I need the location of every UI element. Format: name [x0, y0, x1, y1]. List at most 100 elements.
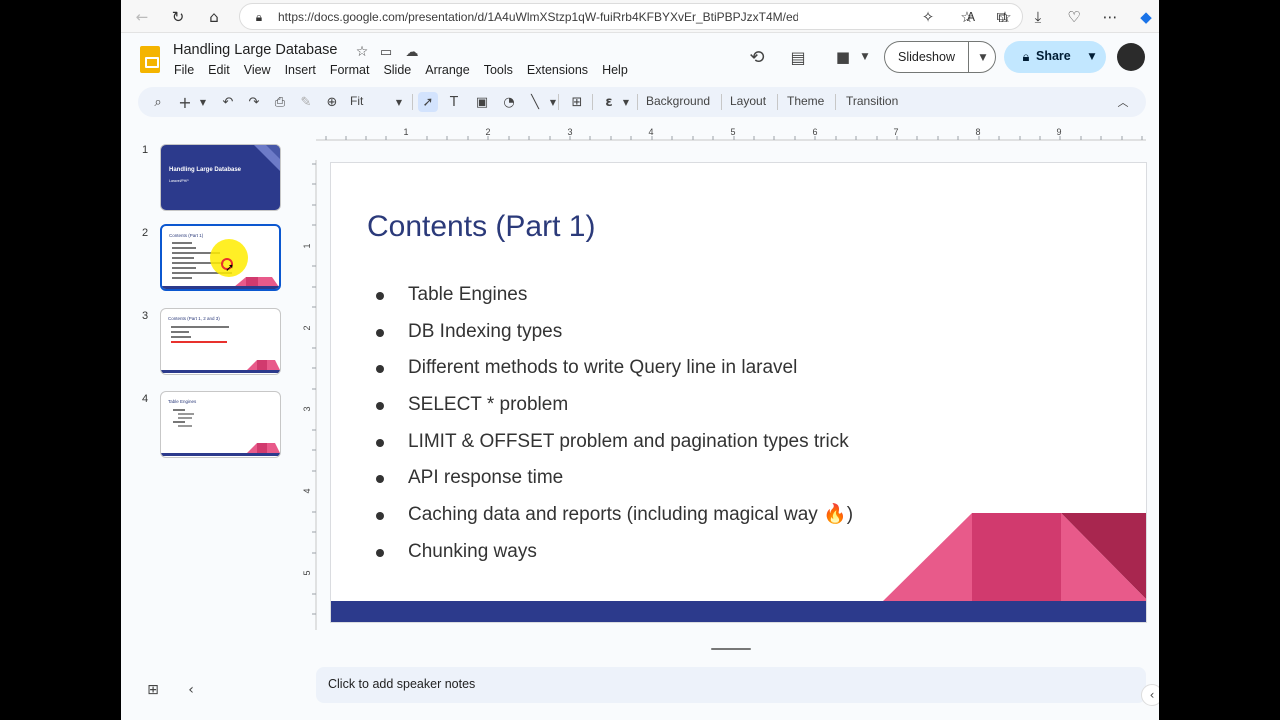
menu-tools[interactable]: Tools	[484, 63, 513, 77]
download-icon[interactable]: ⤓	[1027, 6, 1049, 28]
filmstrip: 1 Handling Large Database Laravel/PHP 2 …	[121, 125, 311, 698]
thumb-number: 2	[142, 227, 149, 239]
menu-view[interactable]: View	[244, 63, 271, 77]
browser-toolbar: ← ↻ ⌂ 🔒︎ https://docs.google.com/present…	[121, 0, 1159, 33]
undo-icon[interactable]: ↶	[218, 92, 238, 112]
meet-dropdown-icon[interactable]: ▼	[853, 45, 877, 69]
toolbar-divider	[777, 94, 778, 110]
line-icon[interactable]: ╲	[525, 92, 545, 112]
redo-icon[interactable]: ↷	[244, 92, 264, 112]
slideshow-dropdown-icon[interactable]: ▼	[971, 46, 995, 70]
ruler-label: 2	[485, 127, 490, 137]
ruler-label: 1	[302, 243, 312, 248]
menu-edit[interactable]: Edit	[208, 63, 230, 77]
ruler-label: 1	[403, 127, 408, 137]
insert-comment-icon[interactable]: ⊞	[567, 92, 587, 112]
avatar[interactable]	[1117, 43, 1145, 71]
text-box-icon[interactable]: T	[444, 92, 464, 112]
slideshow-divider	[968, 42, 969, 72]
zoom-select[interactable]: Fit	[350, 94, 363, 108]
thumb-title: Contents (Part 1, 2 and 3)	[168, 316, 220, 321]
layout-button[interactable]: Layout	[730, 94, 766, 108]
menu-bar: File Edit View Insert Format Slide Arran…	[174, 63, 642, 77]
copilot-icon[interactable]: ◆	[1135, 6, 1157, 28]
zoom-icon[interactable]: ⊕	[322, 92, 342, 112]
image-icon[interactable]: ▣	[472, 92, 492, 112]
thumb-corner-graphic	[254, 145, 280, 171]
transition-button[interactable]: Transition	[846, 94, 898, 108]
menu-file[interactable]: File	[174, 63, 194, 77]
meet-camera-icon[interactable]: ■	[831, 45, 855, 69]
back-icon[interactable]: ←	[131, 6, 153, 28]
screen: ← ↻ ⌂ 🔒︎ https://docs.google.com/present…	[121, 0, 1159, 720]
notes-resize-handle[interactable]	[711, 648, 751, 650]
thumb-footer-graphic	[161, 443, 280, 456]
slideshow-button[interactable]: Slideshow ▼	[884, 41, 996, 73]
thumb-footer-graphic	[161, 360, 280, 373]
address-bar[interactable]: 🔒︎ https://docs.google.com/presentation/…	[239, 3, 1023, 30]
search-menus-icon[interactable]: ⌕	[148, 92, 168, 112]
share-label: Share	[1036, 49, 1071, 63]
menu-help[interactable]: Help	[602, 63, 628, 77]
move-folder-icon[interactable]: ▭	[374, 40, 398, 64]
favorites-icon[interactable]: ☆	[956, 6, 978, 28]
slide-thumbnail-1[interactable]: Handling Large Database Laravel/PHP	[160, 144, 281, 211]
slide-thumbnail-3[interactable]: Contents (Part 1, 2 and 3)	[160, 308, 281, 375]
comments-icon[interactable]: ▤	[786, 45, 810, 69]
menu-insert[interactable]: Insert	[285, 63, 316, 77]
collapse-filmstrip-icon[interactable]: ‹	[181, 680, 201, 700]
zoom-dropdown-icon[interactable]: ▼	[389, 92, 409, 112]
editing-toolbar: ⌕ + ▼ ↶ ↷ ⎙ ✎ ⊕ Fit ▼ ➚ T ▣ ◔ ╲ ▼ ⊞ ε ▼ …	[138, 87, 1146, 117]
star-icon[interactable]: ☆	[350, 40, 374, 64]
toolbar-divider	[721, 94, 722, 110]
new-slide-icon[interactable]: +	[175, 92, 195, 112]
paint-format-icon[interactable]: ✎	[296, 92, 316, 112]
toolbar-divider	[637, 94, 638, 110]
lock-icon: 🔒︎	[1022, 49, 1030, 65]
theme-button[interactable]: Theme	[787, 94, 824, 108]
thumb-number: 3	[142, 310, 149, 322]
toolbar-divider	[592, 94, 593, 110]
document-title[interactable]: Handling Large Database	[173, 42, 337, 58]
mouse-cursor-icon: ➚	[225, 261, 235, 274]
show-side-panel-icon[interactable]: ‹	[1141, 684, 1159, 706]
menu-slide[interactable]: Slide	[383, 63, 411, 77]
slide-thumbnail-4[interactable]: Table Engines	[160, 391, 281, 458]
line-dropdown-icon[interactable]: ▼	[543, 92, 563, 112]
new-slide-dropdown-icon[interactable]: ▼	[193, 92, 213, 112]
thumb-number: 4	[142, 393, 149, 405]
select-cursor-icon[interactable]: ➚	[418, 92, 438, 112]
toolbar-divider	[412, 94, 413, 110]
home-icon[interactable]: ⌂	[203, 6, 225, 28]
cloud-saved-icon[interactable]: ☁	[400, 40, 424, 64]
shape-icon[interactable]: ◔	[499, 92, 519, 112]
grid-view-icon[interactable]: ⊞	[143, 680, 163, 700]
more-options-icon[interactable]: ⋯	[1099, 6, 1121, 28]
share-button[interactable]: 🔒︎ Share ▼	[1004, 41, 1106, 73]
slide-decoration-graphic	[331, 513, 1146, 622]
site-info-icon[interactable]: 🔒︎	[248, 6, 270, 28]
slideshow-label: Slideshow	[898, 50, 955, 64]
equation-dropdown-icon[interactable]: ▼	[616, 92, 636, 112]
slides-logo-icon[interactable]	[140, 46, 160, 73]
version-history-icon[interactable]: ⟲	[745, 45, 769, 69]
background-button[interactable]: Background	[646, 94, 710, 108]
print-icon[interactable]: ⎙	[270, 92, 290, 112]
vertical-ruler: 1 2 3 4 5	[302, 160, 317, 630]
ruler-label: 7	[893, 127, 898, 137]
reload-icon[interactable]: ↻	[167, 6, 189, 28]
extensions-icon[interactable]: ✧	[917, 6, 939, 28]
slide-thumbnail-2[interactable]: Contents (Part 1) ➚	[160, 224, 281, 291]
share-dropdown-icon[interactable]: ▼	[1080, 45, 1104, 69]
menu-format[interactable]: Format	[330, 63, 370, 77]
ruler-label: 9	[1056, 127, 1061, 137]
slide-canvas[interactable]: Contents (Part 1) Table Engines DB Index…	[330, 162, 1147, 623]
collections-icon[interactable]: ⧉	[991, 6, 1013, 28]
menu-extensions[interactable]: Extensions	[527, 63, 588, 77]
thumb-number: 1	[142, 144, 149, 156]
collapse-toolbar-icon[interactable]: ︿	[1113, 92, 1133, 112]
speaker-notes[interactable]: Click to add speaker notes	[316, 667, 1146, 703]
thumb-bullet-lines	[173, 409, 233, 427]
browser-essentials-icon[interactable]: ♡	[1063, 6, 1085, 28]
menu-arrange[interactable]: Arrange	[425, 63, 469, 77]
